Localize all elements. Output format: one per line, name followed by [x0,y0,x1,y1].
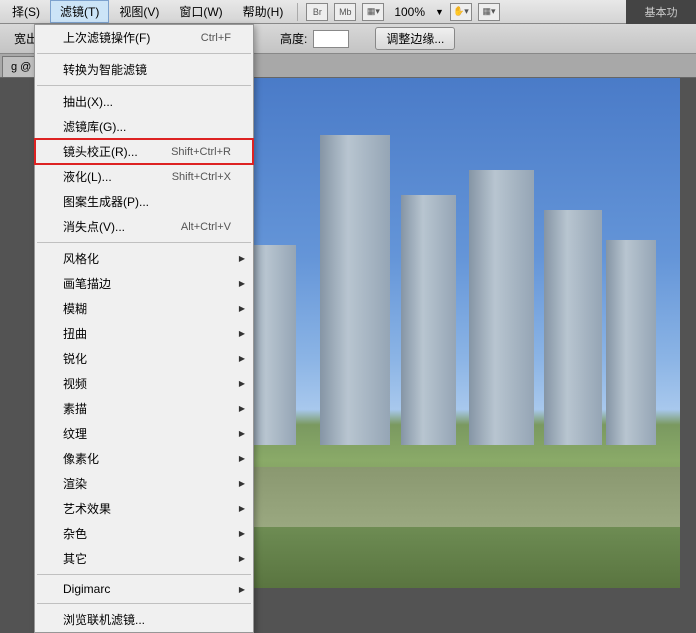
menu-item-shortcut: Shift+Ctrl+X [172,171,231,183]
menu-item[interactable]: 素描 [35,396,253,421]
menu-separator [37,53,251,54]
workspace-label[interactable]: 基本功 [626,0,696,24]
menu-item[interactable]: 上次滤镜操作(F) Ctrl+F [35,25,253,50]
menu-item-label: 视频 [63,375,87,392]
menu-item-label: 艺术效果 [63,500,111,517]
menu-item-label: 转换为智能滤镜 [63,61,147,78]
menu-item[interactable]: 视频 [35,371,253,396]
menu-item-label: 浏览联机滤镜... [63,611,145,628]
menu-item-label: 液化(L)... [63,168,112,185]
menu-item[interactable]: 其它 [35,546,253,571]
menu-item-label: 上次滤镜操作(F) [63,29,150,46]
menu-item[interactable]: 浏览联机滤镜... [35,607,253,632]
menu-item-label: 像素化 [63,450,99,467]
menu-item-shortcut: Ctrl+F [201,32,231,44]
building [606,240,656,445]
divider [297,3,298,21]
menu-item-label: 抽出(X)... [63,93,113,110]
menu-item[interactable]: 锐化 [35,346,253,371]
menu-separator [37,603,251,604]
menu-separator [37,242,251,243]
menu-item-label: 纹理 [63,425,87,442]
building [544,210,602,445]
menu-item[interactable]: 扭曲 [35,321,253,346]
menu-help[interactable]: 帮助(H) [233,0,294,23]
menu-item-label: 杂色 [63,525,87,542]
menu-item-label: 扭曲 [63,325,87,342]
building [401,195,456,445]
menu-item[interactable]: 滤镜库(G)... [35,114,253,139]
menu-separator [37,85,251,86]
menu-filter[interactable]: 滤镜(T) [50,0,109,23]
options-label-2: 高度: [280,30,307,47]
menubar: 择(S) 滤镜(T) 视图(V) 窗口(W) 帮助(H) Br Mb ▦▾ 10… [0,0,696,24]
menu-item-label: 素描 [63,400,87,417]
menu-item[interactable]: 风格化 [35,246,253,271]
menu-item[interactable]: 液化(L)... Shift+Ctrl+X [35,164,253,189]
menu-item-label: 消失点(V)... [63,218,125,235]
refine-edge-button[interactable]: 调整边缘... [375,27,455,50]
menu-item-label: 渲染 [63,475,87,492]
building [320,135,390,445]
menu-item[interactable]: 渲染 [35,471,253,496]
menu-item-label: 画笔描边 [63,275,111,292]
menu-window[interactable]: 窗口(W) [169,0,232,23]
screen-mode-icon[interactable]: ▦▾ [362,3,384,21]
toolbar-icons: Br Mb ▦▾ 100% ▼ ✋▾ ▦▾ [306,3,500,21]
menu-view[interactable]: 视图(V) [109,0,169,23]
menu-item-label: 图案生成器(P)... [63,193,149,210]
menu-item-label: 镜头校正(R)... [63,143,138,160]
menu-item-label: 其它 [63,550,87,567]
menu-item[interactable]: 图案生成器(P)... [35,189,253,214]
menu-item-label: Digimarc [63,582,110,596]
filter-menu-dropdown: 上次滤镜操作(F) Ctrl+F 转换为智能滤镜抽出(X)... 滤镜库(G)... 镜… [34,24,254,633]
menu-item-label: 锐化 [63,350,87,367]
zoom-dropdown-icon[interactable]: ▼ [435,7,444,17]
zoom-level[interactable]: 100% [394,5,425,19]
menu-item[interactable]: 画笔描边 [35,271,253,296]
menu-item[interactable]: 模糊 [35,296,253,321]
menu-item-label: 风格化 [63,250,99,267]
menu-item[interactable]: 纹理 [35,421,253,446]
menu-item-shortcut: Alt+Ctrl+V [181,221,231,233]
menu-item[interactable]: 转换为智能滤镜 [35,57,253,82]
bridge-icon[interactable]: Br [306,3,328,21]
menu-item[interactable]: 抽出(X)... [35,89,253,114]
menu-item[interactable]: Digimarc [35,578,253,600]
menu-item[interactable]: 镜头校正(R)... Shift+Ctrl+R [35,139,253,164]
menu-item[interactable]: 杂色 [35,521,253,546]
menu-item[interactable]: 像素化 [35,446,253,471]
menu-item-label: 模糊 [63,300,87,317]
menu-select[interactable]: 择(S) [2,0,50,23]
arrange-icon[interactable]: ▦▾ [478,3,500,21]
menu-item-label: 滤镜库(G)... [63,118,126,135]
menu-separator [37,574,251,575]
minibridge-icon[interactable]: Mb [334,3,356,21]
hand-icon[interactable]: ✋▾ [450,3,472,21]
building [469,170,534,445]
height-field[interactable] [313,30,349,48]
menu-item[interactable]: 消失点(V)... Alt+Ctrl+V [35,214,253,239]
menu-item[interactable]: 艺术效果 [35,496,253,521]
menu-item-shortcut: Shift+Ctrl+R [171,146,231,158]
